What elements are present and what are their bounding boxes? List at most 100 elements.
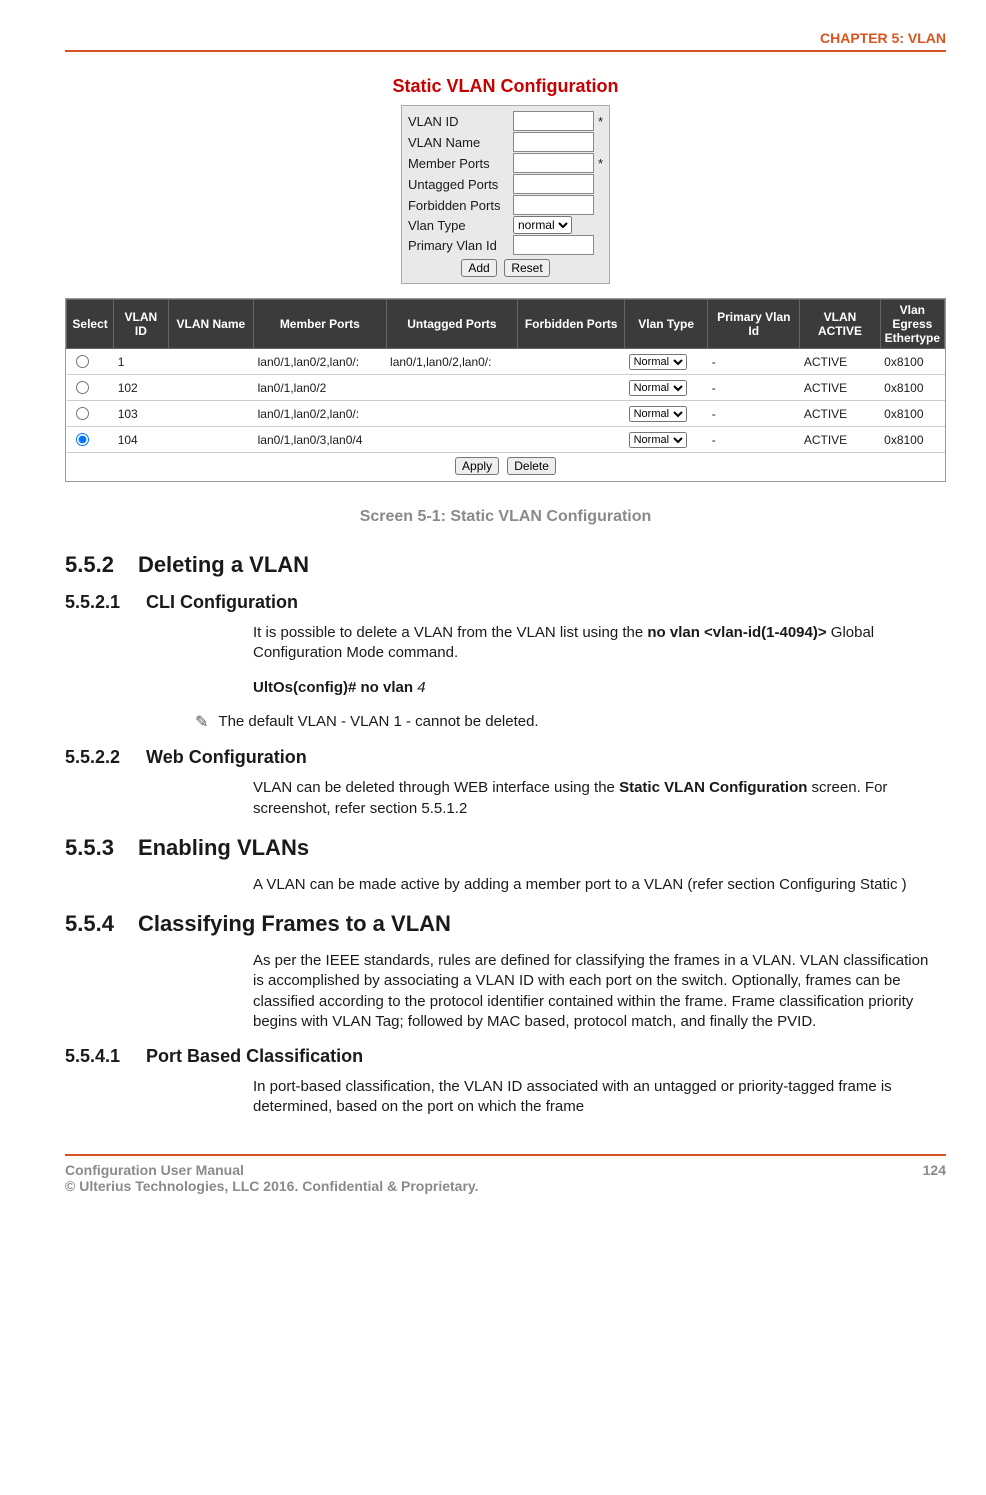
form-input[interactable] (513, 195, 594, 215)
heading-number: 5.5.2.1 (65, 592, 120, 613)
form-input[interactable] (513, 153, 594, 173)
paragraph: It is possible to delete a VLAN from the… (253, 623, 938, 664)
form-label: VLAN ID (408, 114, 513, 129)
heading-5-5-2-2: 5.5.2.2 Web Configuration (65, 747, 946, 768)
column-header: Primary Vlan Id (708, 300, 800, 349)
form-label: Untagged Ports (408, 177, 513, 192)
cell-egress: 0x8100 (880, 375, 944, 401)
cell-active: ACTIVE (800, 375, 880, 401)
apply-button[interactable]: Apply (455, 457, 499, 475)
command-inline: no vlan <vlan-id(1-4094)> (647, 624, 826, 641)
cell-untagged-ports (386, 401, 518, 427)
form-row: Vlan Typenormal (408, 216, 603, 234)
heading-title: Deleting a VLAN (138, 552, 309, 578)
form-input[interactable] (513, 174, 594, 194)
row-select-radio[interactable] (76, 433, 89, 446)
heading-number: 5.5.2.2 (65, 747, 120, 768)
cell-vlan-id: 104 (114, 427, 168, 453)
text: VLAN can be deleted through WEB interfac… (253, 779, 619, 796)
paragraph: As per the IEEE standards, rules are def… (253, 951, 938, 1032)
form-label: Member Ports (408, 156, 513, 171)
table-row: 102lan0/1,lan0/2Normal-ACTIVE0x8100 (67, 375, 945, 401)
form-row: Primary Vlan Id (408, 235, 603, 255)
table-row: 103lan0/1,lan0/2,lan0/:Normal-ACTIVE0x81… (67, 401, 945, 427)
vlan-type-select[interactable]: normal (513, 216, 572, 234)
heading-5-5-2: 5.5.2 Deleting a VLAN (65, 552, 946, 578)
form-row: Member Ports * (408, 153, 603, 173)
cell-select (67, 349, 114, 375)
page-footer: Configuration User Manual © Ulterius Tec… (65, 1154, 946, 1194)
heading-title: Port Based Classification (146, 1046, 363, 1067)
footer-copyright: © Ulterius Technologies, LLC 2016. Confi… (65, 1178, 479, 1194)
vlan-form-panel: VLAN ID * VLAN Name Member Ports * Untagged P… (401, 105, 610, 284)
cell-vlan-type: Normal (625, 375, 708, 401)
figure-caption: Screen 5-1: Static VLAN Configuration (65, 508, 946, 526)
form-row: VLAN ID * (408, 111, 603, 131)
column-header: Member Ports (254, 300, 386, 349)
paragraph: A VLAN can be made active by adding a me… (253, 875, 938, 895)
cell-primary-vlan: - (708, 375, 800, 401)
cell-egress: 0x8100 (880, 401, 944, 427)
footer-title: Configuration User Manual (65, 1162, 479, 1178)
cell-active: ACTIVE (800, 349, 880, 375)
cell-member-ports: lan0/1,lan0/3,lan0/4 (254, 427, 386, 453)
required-marker: * (598, 156, 603, 171)
cell-active: ACTIVE (800, 427, 880, 453)
cell-member-ports: lan0/1,lan0/2 (254, 375, 386, 401)
heading-5-5-3: 5.5.3 Enabling VLANs (65, 835, 946, 861)
chapter-header: CHAPTER 5: VLAN (65, 30, 946, 52)
row-select-radio[interactable] (76, 381, 89, 394)
row-vlan-type-select[interactable]: Normal (629, 432, 687, 448)
cell-active: ACTIVE (800, 401, 880, 427)
heading-number: 5.5.4.1 (65, 1046, 120, 1067)
form-input[interactable] (513, 235, 594, 255)
panel-title: Static VLAN Configuration (65, 76, 946, 97)
cell-member-ports: lan0/1,lan0/2,lan0/: (254, 349, 386, 375)
reset-button[interactable]: Reset (504, 259, 549, 277)
vlan-table: SelectVLAN IDVLAN NameMember PortsUntagg… (66, 299, 945, 453)
column-header: Vlan Type (625, 300, 708, 349)
required-marker: * (598, 114, 603, 129)
cell-select (67, 427, 114, 453)
bold-text: Static VLAN Configuration (619, 779, 807, 796)
row-select-radio[interactable] (76, 355, 89, 368)
cell-vlan-id: 1 (114, 349, 168, 375)
column-header: Forbidden Ports (518, 300, 625, 349)
column-header: Vlan Egress Ethertype (880, 300, 944, 349)
row-vlan-type-select[interactable]: Normal (629, 406, 687, 422)
page-number: 124 (923, 1162, 946, 1194)
table-row: 1lan0/1,lan0/2,lan0/:lan0/1,lan0/2,lan0/… (67, 349, 945, 375)
row-vlan-type-select[interactable]: Normal (629, 354, 687, 370)
column-header: Untagged Ports (386, 300, 518, 349)
cell-primary-vlan: - (708, 349, 800, 375)
heading-5-5-4-1: 5.5.4.1 Port Based Classification (65, 1046, 946, 1067)
cell-forbidden-ports (518, 349, 625, 375)
cell-forbidden-ports (518, 375, 625, 401)
text: It is possible to delete a VLAN from the… (253, 624, 647, 641)
cell-vlan-name (168, 427, 254, 453)
paragraph: VLAN can be deleted through WEB interfac… (253, 778, 938, 819)
table-row: 104lan0/1,lan0/3,lan0/4Normal-ACTIVE0x81… (67, 427, 945, 453)
column-header: VLAN Name (168, 300, 254, 349)
form-input[interactable] (513, 111, 594, 131)
row-vlan-type-select[interactable]: Normal (629, 380, 687, 396)
add-button[interactable]: Add (461, 259, 496, 277)
delete-button[interactable]: Delete (507, 457, 556, 475)
heading-title: Classifying Frames to a VLAN (138, 911, 451, 937)
cell-vlan-name (168, 375, 254, 401)
cell-egress: 0x8100 (880, 427, 944, 453)
row-select-radio[interactable] (76, 407, 89, 420)
paragraph: In port-based classification, the VLAN I… (253, 1077, 938, 1118)
heading-title: Web Configuration (146, 747, 307, 768)
form-row: VLAN Name (408, 132, 603, 152)
form-input[interactable] (513, 132, 594, 152)
heading-number: 5.5.3 (65, 835, 114, 861)
heading-number: 5.5.4 (65, 911, 114, 937)
heading-title: CLI Configuration (146, 592, 298, 613)
cell-vlan-type: Normal (625, 401, 708, 427)
column-header: VLAN ACTIVE (800, 300, 880, 349)
note-text: The default VLAN - VLAN 1 - cannot be de… (218, 712, 538, 732)
cell-select (67, 375, 114, 401)
form-row: Forbidden Ports (408, 195, 603, 215)
cell-primary-vlan: - (708, 401, 800, 427)
